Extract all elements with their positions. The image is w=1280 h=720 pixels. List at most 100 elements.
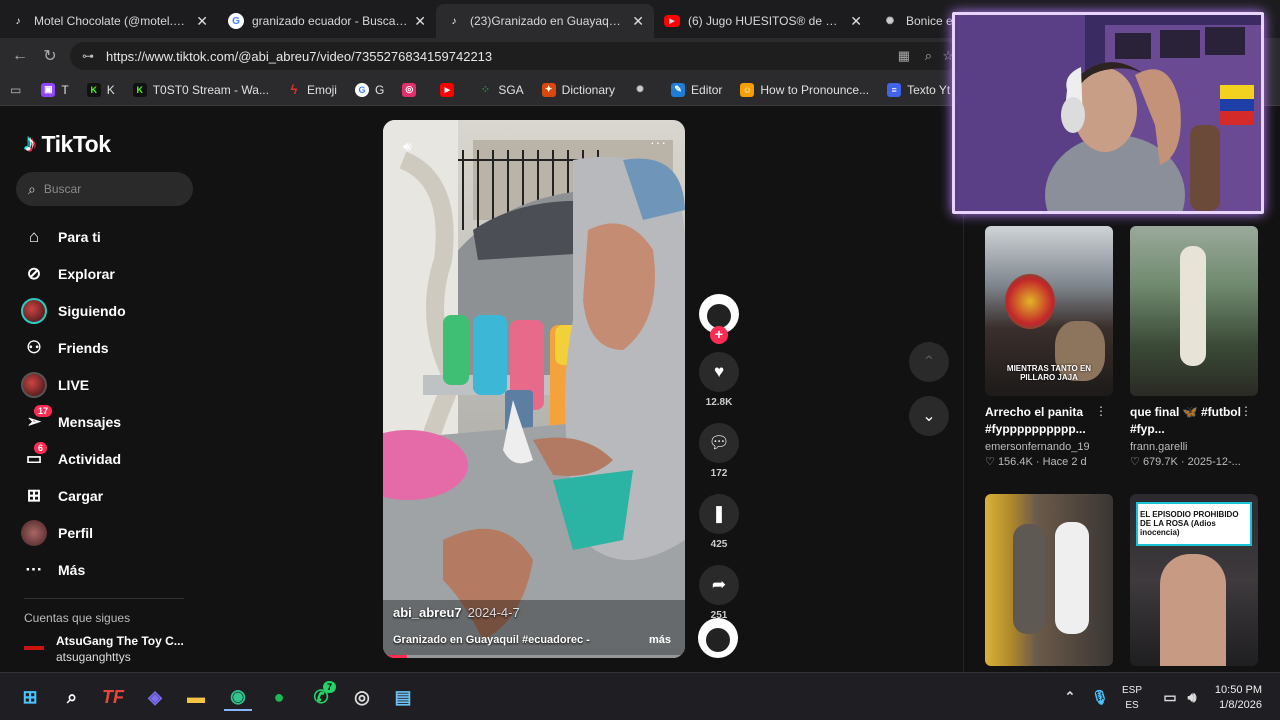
sidebar-item-para-ti[interactable]: ⌂ Para ti <box>20 218 126 255</box>
tab-title: Motel Chocolate (@motel.chocolate <box>34 14 190 28</box>
whatsapp-icon[interactable]: ✆ 7 <box>307 681 337 711</box>
next-video-button[interactable]: ⌄ <box>909 396 949 436</box>
browser-tab[interactable]: ♪ Motel Chocolate (@motel.chocolate ✕ <box>0 4 218 38</box>
spotify-icon[interactable]: ● <box>265 683 293 711</box>
windows-start-icon[interactable]: ⊞ <box>16 683 44 711</box>
chevron-up-icon[interactable]: ⌃ <box>1056 683 1084 711</box>
sidebar-item-perfil[interactable]: Perfil <box>20 514 126 551</box>
comment-action[interactable]: 💬︎ 172 <box>698 423 740 482</box>
bookmark-item[interactable]: ☺ How to Pronounce... <box>740 82 869 97</box>
share-icon[interactable]: ➦ <box>699 565 739 605</box>
app-icon[interactable]: ◈ <box>141 683 169 711</box>
follow-plus-icon[interactable]: + <box>710 326 728 344</box>
browser-tab[interactable]: ▶ (6) Jugo HUESITOS® de Nestlé \ ✕ <box>654 4 872 38</box>
bookmark-item[interactable]: ⁘ SGA <box>478 83 524 97</box>
edge-browser-icon[interactable]: ◉ <box>224 683 252 711</box>
browser-tab-active[interactable]: ♪ (23)Granizado en Guayaquil - De ✕ <box>436 4 654 38</box>
sidebar-item-mas[interactable]: ··· Más <box>20 551 126 588</box>
reload-icon[interactable]: ↻ <box>36 42 64 70</box>
toggle-sidebar-icon[interactable]: ▭ <box>10 83 21 97</box>
search-icon[interactable]: ⌕ <box>58 683 86 711</box>
notepad-icon[interactable]: ▤ <box>389 683 417 711</box>
bookmark-item[interactable]: KK <box>86 82 115 97</box>
pronounce-icon: ☺ <box>740 82 755 97</box>
compass-icon: ⊘ <box>26 263 42 283</box>
share-action[interactable]: ➦ 251 <box>698 565 740 624</box>
file-explorer-icon[interactable]: ▬ <box>182 683 210 711</box>
recommended-video[interactable]: EL EPISODIO PROHIBIDO DE LA ROSA (Adios … <box>1130 494 1258 666</box>
dictionary-icon: ✦ <box>541 82 556 97</box>
sidebar-item-cargar[interactable]: ⊞ Cargar <box>20 477 126 514</box>
bookmark-item[interactable]: K T0ST0 Stream - Wa... <box>132 82 269 97</box>
sidebar-item-actividad[interactable]: ▭ 6 Actividad <box>20 440 126 477</box>
video-thumbnail[interactable] <box>985 494 1113 666</box>
video-username: frann.garelli <box>1130 441 1188 453</box>
save-action[interactable]: ❚ 425 <box>698 494 740 553</box>
activity-badge: 6 <box>34 441 48 454</box>
more-options-icon[interactable]: ⋮ <box>1240 404 1252 418</box>
zoom-icon[interactable]: ⌕ <box>925 48 932 64</box>
tf-app-icon[interactable]: TF <box>99 683 127 711</box>
video-author[interactable]: abi_abreu7 2024-4-7 <box>393 605 520 620</box>
author-username: abi_abreu7 <box>393 605 462 620</box>
recommended-video[interactable] <box>985 494 1113 666</box>
sound-disc[interactable] <box>698 618 738 658</box>
site-info-icon[interactable]: ⊶ <box>82 49 94 63</box>
microphone-icon[interactable]: 🎙︎ <box>1086 683 1114 711</box>
more-options-icon[interactable]: ⋮ <box>1095 404 1107 418</box>
sidebar-item-label: Actividad <box>58 450 122 467</box>
sidebar-item-label: Friends <box>58 339 109 356</box>
video-thumbnail[interactable]: EL EPISODIO PROHIBIDO DE LA ROSA (Adios … <box>1130 494 1258 666</box>
comment-icon[interactable]: 💬︎ <box>699 423 739 463</box>
recommended-video[interactable]: MIENTRAS TANTO EN PILLARO JAJA ⋮ Arrecho… <box>985 226 1113 468</box>
bookmark-item[interactable]: ϟ Emoji <box>287 82 337 97</box>
windows-taskbar: ⊞ ⌕ TF ◈ ▬ ◉ ● ✆ 7 ◎ ▤ ⌃ 🎙︎ ESP ES ▭ 🔊︎ 1… <box>0 672 1280 720</box>
bookmark-label: T <box>61 82 69 97</box>
video-thumbnail[interactable]: MIENTRAS TANTO EN PILLARO JAJA <box>985 226 1113 396</box>
obs-icon[interactable]: ◎ <box>348 683 376 711</box>
sidebar-item-mensajes[interactable]: ➢ 17 Mensajes <box>20 403 126 440</box>
sidebar-item-label: Mensajes <box>58 413 122 430</box>
bookmark-item[interactable]: GG <box>354 82 384 97</box>
close-tab-icon[interactable]: ✕ <box>850 13 862 30</box>
sidebar-item-friends[interactable]: ⚇ Friends <box>20 329 126 366</box>
bookmark-item[interactable]: ✎ Editor <box>671 82 722 97</box>
following-account[interactable]: AtsuGang The Toy C... atsuganghttys <box>24 634 184 664</box>
search-input[interactable]: ⌕ Buscar <box>16 172 193 206</box>
close-tab-icon[interactable]: ✕ <box>632 13 644 30</box>
back-arrow-icon[interactable]: ← <box>6 42 34 70</box>
video-progress-bar[interactable] <box>383 655 685 658</box>
video-player[interactable]: 🔊︎ ··· abi_abreu7 2024-4-7 Granizado en G… <box>383 120 685 658</box>
recommended-video[interactable]: ⋮ que final 🦋 #futbol #fyp... frann.gare… <box>1130 226 1258 468</box>
close-tab-icon[interactable]: ✕ <box>196 13 208 30</box>
extension-icon[interactable]: ▦ <box>898 48 910 64</box>
sidebar-item-explorar[interactable]: ⊘ Explorar <box>20 255 126 292</box>
bookmark-item[interactable]: ≡ Texto Yt <box>887 82 950 97</box>
heart-outline-icon: ♡ <box>1130 456 1140 468</box>
sidebar-item-siguiendo[interactable]: Siguiendo <box>20 292 126 329</box>
close-tab-icon[interactable]: ✕ <box>414 13 426 30</box>
tab-title: (6) Jugo HUESITOS® de Nestlé \ <box>688 14 844 28</box>
tiktok-icon: ♪ <box>15 15 21 27</box>
bookmark-item[interactable]: ▶ <box>440 82 460 97</box>
bookmark-item[interactable]: ▣ T <box>41 82 69 97</box>
bookmark-item[interactable]: ✦ Dictionary <box>541 82 615 97</box>
sidebar-item-live[interactable]: LIVE <box>20 366 126 403</box>
volume-icon[interactable]: 🔊︎ <box>1178 683 1206 711</box>
video-thumbnail[interactable] <box>1130 226 1258 396</box>
browser-tab[interactable]: G granizado ecuador - Buscar con ✕ <box>218 4 436 38</box>
more-icon: ··· <box>25 559 43 579</box>
volume-icon[interactable]: 🔊︎ <box>403 138 412 155</box>
heart-icon[interactable]: ♥ <box>699 352 739 392</box>
like-action[interactable]: ♥ 12.8K <box>698 352 740 411</box>
address-bar[interactable]: ⊶ https://www.tiktok.com/@abi_abreu7/vid… <box>70 42 960 70</box>
caption-more-link[interactable]: más <box>649 634 671 646</box>
bookmark-icon[interactable]: ❚ <box>699 494 739 534</box>
video-options-icon[interactable]: ··· <box>650 134 667 150</box>
bookmark-item[interactable]: ◎ <box>402 82 422 97</box>
previous-video-button[interactable]: ⌃ <box>909 342 949 382</box>
tiktok-logo[interactable]: ♪ TikTok <box>24 130 111 158</box>
bookmark-item[interactable]: ✺ <box>633 83 653 97</box>
language-indicator[interactable]: ESP ES <box>1122 683 1142 713</box>
system-clock[interactable]: 10:50 PM 1/8/2026 <box>1215 683 1262 713</box>
